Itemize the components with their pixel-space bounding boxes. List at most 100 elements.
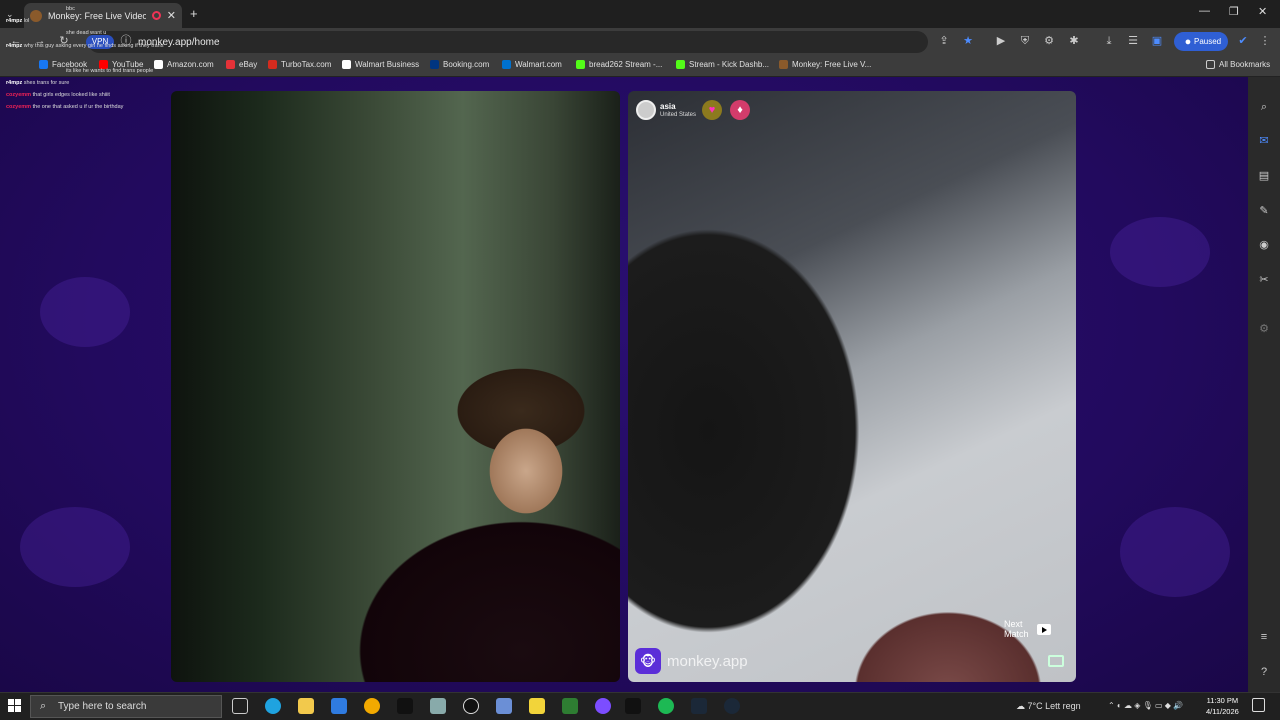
bookmark-item[interactable]: TurboTax.com: [268, 60, 331, 69]
heart-badge-icon[interactable]: ♥: [702, 100, 722, 120]
chat-text: its like he wants to find trans people: [66, 68, 154, 74]
edge-icon[interactable]: [265, 698, 281, 714]
side-customize-icon[interactable]: ≡: [1258, 631, 1270, 643]
extension-video-icon[interactable]: ▶: [995, 35, 1007, 47]
remote-video: [628, 91, 1076, 682]
profile-person-icon: ●: [1184, 36, 1192, 48]
file-explorer-icon[interactable]: [298, 698, 314, 714]
extensions-puzzle-icon[interactable]: ✱: [1068, 35, 1080, 47]
next-match-button[interactable]: Next Match: [1004, 616, 1068, 642]
bookmark-favicon-icon: [676, 60, 685, 69]
tab-close-icon[interactable]: ✕: [167, 9, 176, 22]
github-icon[interactable]: [463, 698, 479, 714]
sidebar-toggle-icon[interactable]: ▣: [1151, 35, 1163, 47]
bookmark-item[interactable]: Amazon.com: [154, 60, 214, 69]
clock-date: 4/11/2026: [1206, 707, 1239, 716]
bookmark-item[interactable]: bread262 Stream -...: [576, 60, 662, 69]
obs-icon[interactable]: [691, 698, 707, 714]
reading-list-icon[interactable]: ☰: [1127, 35, 1139, 47]
windows-start-icon[interactable]: [8, 699, 22, 713]
clock-time: 11:30 PM: [1206, 696, 1239, 705]
install-app-icon[interactable]: ⇪: [938, 35, 950, 47]
chat-username: cozyemm: [6, 104, 32, 110]
side-search-icon[interactable]: ⌕: [1258, 101, 1270, 113]
app-icon[interactable]: [562, 698, 578, 714]
bookmark-item[interactable]: Stream - Kick Dashb...: [676, 60, 769, 69]
taskbar-clock[interactable]: 11:30 PM 4/11/2026: [1206, 695, 1239, 717]
extension-shield-icon[interactable]: ⛨: [1019, 35, 1031, 47]
app-icon[interactable]: [529, 698, 545, 714]
chat-text: the one that asked u if ur the birthday: [32, 104, 124, 110]
bookmark-favicon-icon: [502, 60, 511, 69]
verified-icon[interactable]: ✔: [1237, 35, 1249, 47]
notifications-icon[interactable]: [1252, 698, 1265, 712]
minimize-button[interactable]: —: [1199, 5, 1210, 17]
chat-username: r4mpz: [6, 80, 23, 86]
side-notes-icon[interactable]: ✎: [1258, 205, 1270, 217]
side-games-icon[interactable]: ◉: [1258, 239, 1270, 251]
bookmark-item[interactable]: Booking.com: [430, 60, 489, 69]
weather-widget[interactable]: ☁ 7°C Lett regn: [1016, 701, 1081, 712]
tab-monkey[interactable]: Monkey: Free Live Video Ch ✕: [24, 3, 182, 28]
task-view-icon[interactable]: [232, 698, 248, 714]
recording-icon: [151, 11, 161, 20]
next-match-line1: Next: [1004, 619, 1023, 629]
menu-kebab-icon[interactable]: ⋮: [1259, 35, 1271, 47]
camera-switch-icon[interactable]: [1048, 655, 1064, 667]
browser-icon[interactable]: [364, 698, 380, 714]
chat-message: cozyemm that girls edges looked like shi…: [6, 92, 110, 98]
app-icon[interactable]: [430, 698, 446, 714]
remote-user-country: United States: [660, 111, 697, 118]
bookmark-item[interactable]: Walmart.com: [502, 60, 562, 69]
local-video: [171, 91, 620, 682]
maximize-button[interactable]: ❐: [1229, 5, 1239, 18]
bookmark-favicon-icon: [154, 60, 163, 69]
chat-username: cozyemm: [6, 92, 32, 98]
weather-temp: 7°C: [1027, 701, 1043, 711]
bookmark-item[interactable]: eBay: [226, 60, 257, 69]
next-match-line2: Match: [1004, 629, 1029, 639]
avatar: [636, 100, 656, 120]
app-icon[interactable]: [496, 698, 512, 714]
chat-text: she dead want u: [66, 30, 107, 36]
close-window-button[interactable]: ✕: [1258, 5, 1267, 18]
bookmark-label: bread262 Stream -...: [589, 60, 663, 69]
bookmark-favicon-icon: [430, 60, 439, 69]
bookmark-favicon-icon: [779, 60, 788, 69]
chat-message: bbc: [66, 6, 75, 12]
remote-user-name: asia: [660, 101, 676, 111]
bookmark-item[interactable]: Walmart Business: [342, 60, 419, 69]
remote-user-chip[interactable]: asia United States: [636, 99, 696, 121]
bookmark-label: Amazon.com: [167, 60, 214, 69]
side-tools-icon[interactable]: ✂: [1258, 274, 1270, 286]
bookmark-star-icon[interactable]: ★: [962, 35, 974, 47]
steam-icon[interactable]: [724, 698, 740, 714]
terminal-icon[interactable]: [397, 698, 413, 714]
bookmark-favicon-icon: [39, 60, 48, 69]
chat-text: why this guy asking every girl he finds …: [23, 43, 164, 49]
system-tray-icons[interactable]: ⌃ ◐ ☁ ◈ 🎙 ▭ ◆ 🔊: [1108, 701, 1183, 710]
all-bookmarks-button[interactable]: All Bookmarks: [1206, 60, 1270, 69]
new-tab-button[interactable]: +: [190, 6, 198, 21]
side-help-icon[interactable]: ?: [1258, 666, 1270, 678]
spotify-icon[interactable]: [658, 698, 674, 714]
side-chat-icon[interactable]: ✉: [1258, 135, 1270, 147]
chat-message: r4mpz lol: [6, 18, 29, 24]
monkey-brand: 🐵 monkey.app: [635, 648, 748, 674]
bookmark-item[interactable]: Monkey: Free Live V...: [779, 60, 871, 69]
monkey-badge-icon[interactable]: ♦: [730, 100, 750, 120]
store-icon[interactable]: [331, 698, 347, 714]
tab-title: Monkey: Free Live Video Ch: [48, 10, 146, 21]
bookmark-favicon-icon: [268, 60, 277, 69]
chat-text: lol: [23, 18, 30, 24]
bookmark-favicon-icon: [576, 60, 585, 69]
app-icon[interactable]: [595, 698, 611, 714]
side-settings-icon[interactable]: ⚙: [1258, 323, 1270, 335]
extension-gear-icon[interactable]: ⚙: [1043, 35, 1055, 47]
monkey-logo-icon: 🐵: [635, 648, 661, 674]
epic-icon[interactable]: [625, 698, 641, 714]
download-icon[interactable]: ⤓: [1103, 35, 1115, 47]
side-wallet-icon[interactable]: ▤: [1258, 170, 1270, 182]
chat-text: that girls edges looked like shiiit: [32, 92, 110, 98]
weather-text: Lett regn: [1045, 701, 1081, 711]
